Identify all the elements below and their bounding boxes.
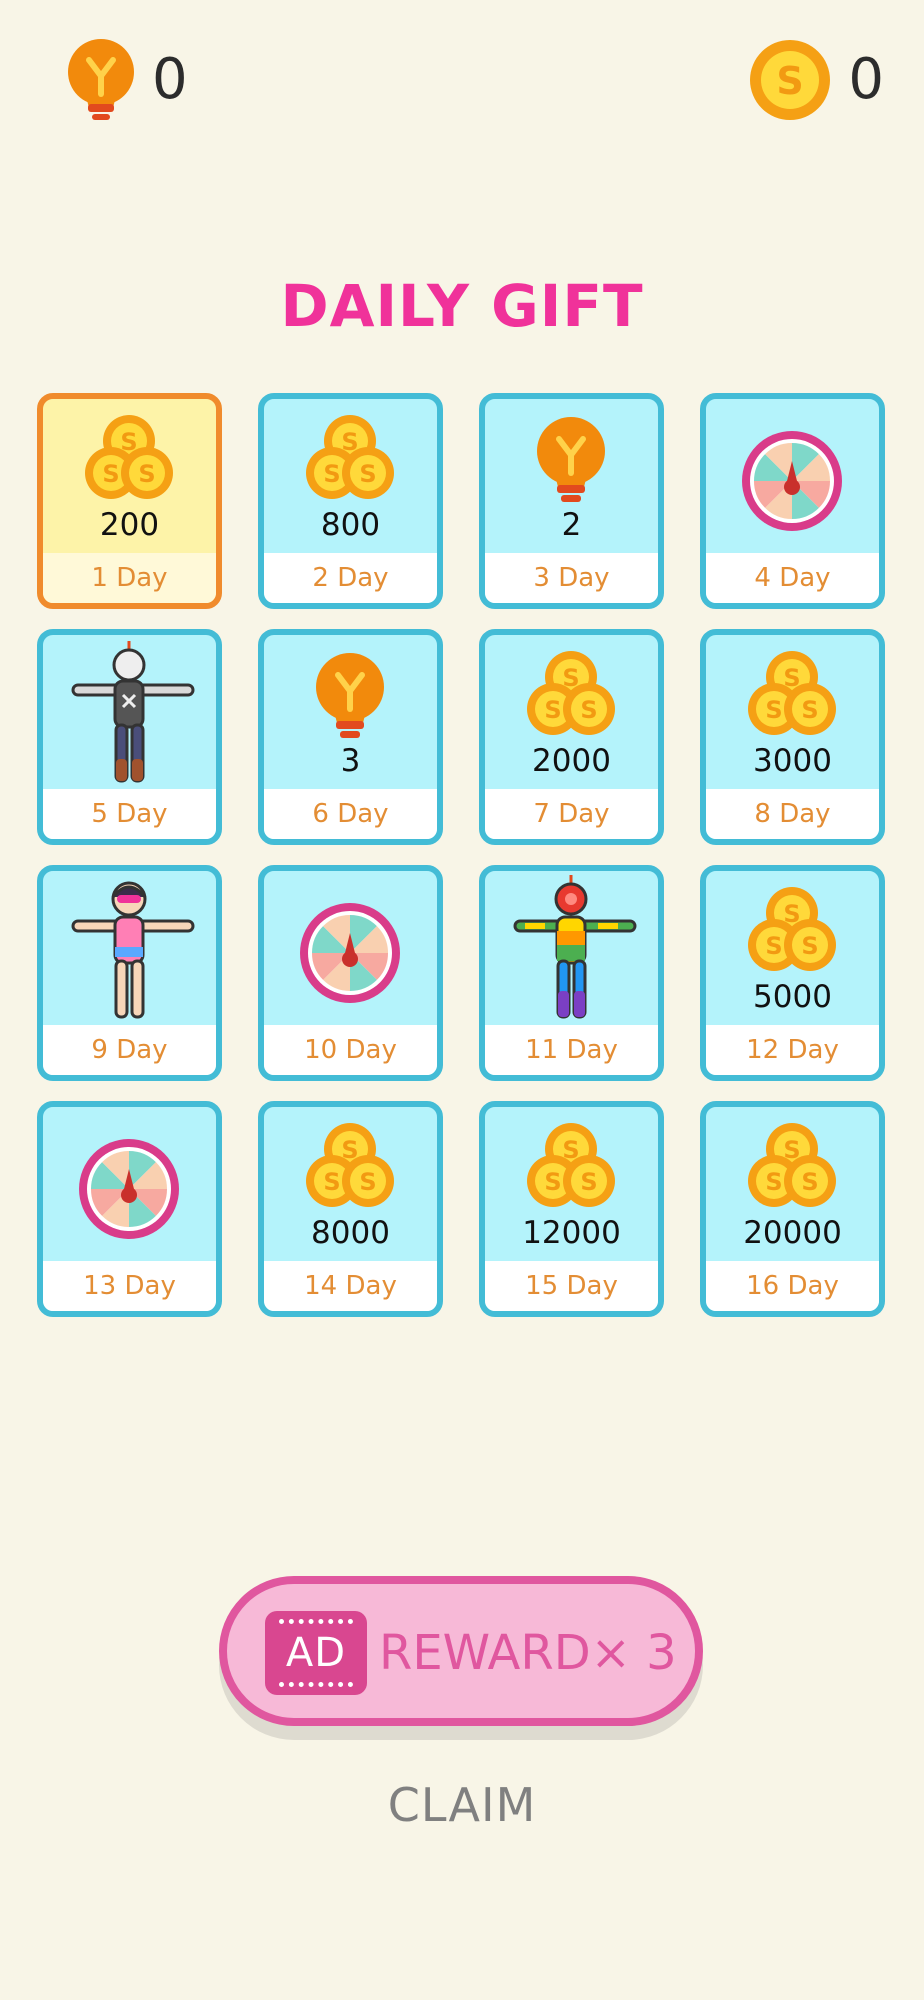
gift-art xyxy=(706,399,879,549)
reward-label: REWARD× 3 xyxy=(379,1625,677,1681)
gift-card-day-6[interactable]: 3 6 Day xyxy=(258,629,443,845)
hint-count: 0 xyxy=(152,47,188,112)
gift-day-label: 8 Day xyxy=(706,789,879,839)
film-perforation-bottom xyxy=(279,1682,353,1687)
svg-text:S: S xyxy=(765,1168,782,1196)
gift-card-day-15[interactable]: S S S 12000 15 Day xyxy=(479,1101,664,1317)
daily-gift-grid: S S S 200 1 Day S S S 800 2 Day 2 3 Day 4 Day 5 Day 3 6… xyxy=(37,393,885,1317)
gift-amount: 12000 xyxy=(522,1215,621,1251)
gift-day-label: 4 Day xyxy=(706,553,879,603)
gift-card-day-14[interactable]: S S S 8000 14 Day xyxy=(258,1101,443,1317)
coin-count: 0 xyxy=(848,47,884,112)
gift-day-label: 16 Day xyxy=(706,1261,879,1311)
ad-reward-button[interactable]: AD REWARD× 3 xyxy=(219,1576,703,1726)
svg-text:S: S xyxy=(138,460,155,488)
gift-day-label: 12 Day xyxy=(706,1025,879,1075)
svg-text:S: S xyxy=(580,696,597,724)
gift-day-label: 6 Day xyxy=(264,789,437,839)
character-skin-icon xyxy=(71,881,195,1019)
page-title: DAILY GIFT xyxy=(280,272,644,340)
gift-day-label: 11 Day xyxy=(485,1025,658,1075)
svg-text:S: S xyxy=(544,696,561,724)
gift-day-label: 7 Day xyxy=(485,789,658,839)
ad-badge: AD xyxy=(265,1611,367,1695)
svg-text:S: S xyxy=(102,460,119,488)
gift-art xyxy=(43,871,216,1021)
gift-amount: 200 xyxy=(99,507,160,543)
svg-text:S: S xyxy=(580,1168,597,1196)
gift-card-day-12[interactable]: S S S 5000 12 Day xyxy=(700,865,885,1081)
gift-day-label: 15 Day xyxy=(485,1261,658,1311)
gift-card-day-11[interactable]: 11 Day xyxy=(479,865,664,1081)
spin-wheel-icon xyxy=(742,431,842,531)
gift-card-day-4[interactable]: 4 Day xyxy=(700,393,885,609)
gift-card-day-5[interactable]: 5 Day xyxy=(37,629,222,845)
gift-art xyxy=(43,635,216,785)
spin-wheel-icon xyxy=(79,1139,179,1239)
gift-card-day-8[interactable]: S S S 3000 8 Day xyxy=(700,629,885,845)
gift-amount: 2 xyxy=(561,507,582,543)
gift-day-label: 9 Day xyxy=(43,1025,216,1075)
svg-text:S: S xyxy=(323,1168,340,1196)
svg-text:S: S xyxy=(765,932,782,960)
gift-amount: 8000 xyxy=(311,1215,390,1251)
gift-amount: 3000 xyxy=(753,743,832,779)
gift-day-label: 3 Day xyxy=(485,553,658,603)
hint-counter[interactable]: 0 xyxy=(66,38,188,122)
coin-counter[interactable]: S 0 xyxy=(748,38,884,122)
gift-amount: 800 xyxy=(320,507,381,543)
gift-art xyxy=(485,871,658,1021)
svg-text:S: S xyxy=(801,696,818,724)
gift-card-day-9[interactable]: 9 Day xyxy=(37,865,222,1081)
gift-art xyxy=(264,871,437,1021)
gift-card-day-13[interactable]: 13 Day xyxy=(37,1101,222,1317)
gift-day-label: 13 Day xyxy=(43,1261,216,1311)
svg-text:S: S xyxy=(801,932,818,960)
gift-card-day-10[interactable]: 10 Day xyxy=(258,865,443,1081)
svg-text:S: S xyxy=(765,696,782,724)
character-skin-icon xyxy=(71,641,195,783)
claim-button[interactable]: CLAIM xyxy=(0,1778,924,1832)
gift-card-day-16[interactable]: S S S 20000 16 Day xyxy=(700,1101,885,1317)
gift-amount: 2000 xyxy=(532,743,611,779)
gift-card-day-3[interactable]: 2 3 Day xyxy=(479,393,664,609)
gift-amount: 5000 xyxy=(753,979,832,1015)
gift-amount: 20000 xyxy=(743,1215,842,1251)
svg-text:S: S xyxy=(777,59,804,103)
svg-text:S: S xyxy=(544,1168,561,1196)
svg-text:S: S xyxy=(359,1168,376,1196)
svg-text:S: S xyxy=(801,1168,818,1196)
spin-wheel-icon xyxy=(300,903,400,1003)
svg-text:S: S xyxy=(323,460,340,488)
gift-art xyxy=(43,1107,216,1257)
top-bar: 0 S 0 xyxy=(0,0,924,160)
lightbulb-icon xyxy=(68,39,134,120)
gift-amount: 3 xyxy=(340,743,361,779)
gift-day-label: 14 Day xyxy=(264,1261,437,1311)
coin-icon: S xyxy=(750,40,831,120)
gift-day-label: 5 Day xyxy=(43,789,216,839)
svg-text:S: S xyxy=(359,460,376,488)
gift-card-day-1[interactable]: S S S 200 1 Day xyxy=(37,393,222,609)
gift-day-label: 1 Day xyxy=(43,553,216,603)
character-skin-icon xyxy=(513,875,637,1019)
gift-card-day-7[interactable]: S S S 2000 7 Day xyxy=(479,629,664,845)
gift-day-label: 2 Day xyxy=(264,553,437,603)
gift-card-day-2[interactable]: S S S 800 2 Day xyxy=(258,393,443,609)
gift-day-label: 10 Day xyxy=(264,1025,437,1075)
